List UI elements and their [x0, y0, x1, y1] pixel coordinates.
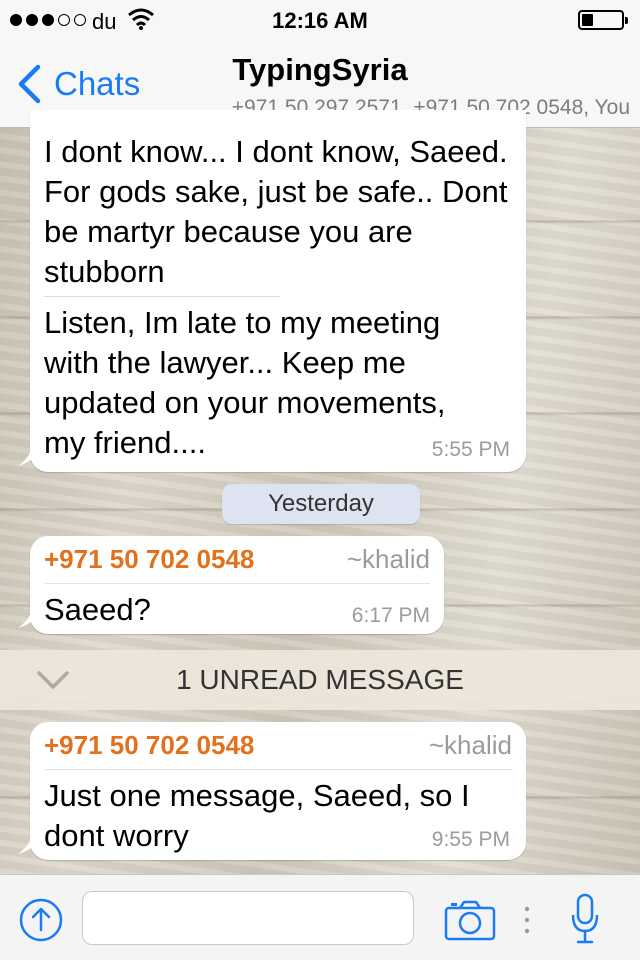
unread-banner: 1 UNREAD MESSAGE: [0, 650, 640, 710]
message-bubble[interactable]: I dont know... I dont know, Saeed. For g…: [18, 110, 526, 472]
message-input[interactable]: [82, 891, 414, 945]
chevron-down-icon: [37, 671, 69, 689]
sender-phone[interactable]: +971 50 702 0548: [44, 544, 254, 575]
message-text: Listen, Im late to my meeting with the l…: [44, 305, 446, 460]
sender-header: +971 50 702 0548 ~khalid: [44, 730, 512, 770]
message-separator: [44, 296, 280, 297]
composer-bar: [0, 874, 640, 960]
message-time: 6:17 PM: [351, 604, 430, 627]
bubble-tail: [18, 606, 42, 628]
status-bar: du 12:16 AM: [0, 0, 640, 40]
sender-name: ~khalid: [346, 544, 430, 574]
message-time: 5:55 PM: [431, 438, 510, 461]
microphone-icon[interactable]: [570, 893, 600, 945]
message-bubble[interactable]: +971 50 702 0548 ~khalid Just one messag…: [18, 722, 526, 860]
group-title[interactable]: TypingSyria: [200, 52, 440, 88]
message-bubble[interactable]: +971 50 702 0548 ~khalid Saeed? 6:17 PM: [18, 536, 444, 634]
sender-phone[interactable]: +971 50 702 0548: [44, 730, 254, 761]
back-label: Chats: [54, 65, 141, 102]
sender-header: +971 50 702 0548 ~khalid: [44, 544, 430, 584]
camera-icon[interactable]: [444, 899, 496, 941]
battery-level: [582, 14, 593, 26]
sender-name: ~khalid: [428, 730, 512, 760]
bubble-tail: [18, 832, 42, 854]
message-text: I dont know... I dont know, Saeed. For g…: [44, 134, 508, 289]
status-time: 12:16 AM: [272, 8, 368, 33]
more-dots-icon: [524, 906, 530, 934]
battery-icon: [578, 10, 628, 30]
bubble-tail: [18, 444, 42, 466]
chevron-left-icon: [18, 64, 41, 104]
share-up-arrow-icon[interactable]: [18, 897, 64, 943]
unread-label: 1 UNREAD MESSAGE: [176, 664, 464, 695]
back-button[interactable]: Chats: [14, 62, 140, 106]
message-time: 9:55 PM: [431, 828, 510, 851]
date-divider: Yesterday: [222, 484, 420, 524]
